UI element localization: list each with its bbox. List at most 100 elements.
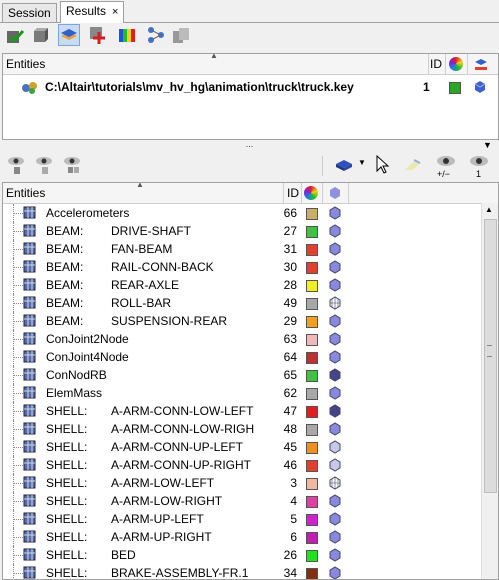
color-swatch[interactable]	[306, 226, 318, 238]
cube-icon[interactable]	[328, 206, 342, 220]
color-swatch[interactable]	[306, 442, 318, 454]
cube-icon[interactable]	[328, 224, 342, 238]
cube-icon[interactable]	[328, 458, 342, 472]
table-row[interactable]: BEAM: FAN-BEAM 31	[3, 240, 481, 258]
color-swatch[interactable]	[306, 514, 318, 526]
entity-id: 65	[283, 368, 297, 382]
color-swatch[interactable]	[306, 478, 318, 490]
tree-line	[13, 267, 23, 268]
color-swatch[interactable]	[306, 424, 318, 436]
cube-icon[interactable]	[328, 494, 342, 508]
entity-id: 6	[290, 530, 297, 544]
color-swatch[interactable]	[306, 208, 318, 220]
check-toggle-button[interactable]	[4, 24, 26, 46]
eye-plus-minus-icon[interactable]: +/−	[434, 153, 458, 179]
entity-name: A-ARM-LOW-LEFT	[111, 476, 215, 490]
display-style-icon[interactable]	[334, 156, 356, 174]
cube-icon[interactable]	[328, 566, 342, 580]
header-entities[interactable]: Entities	[6, 54, 45, 74]
eraser-icon[interactable]	[402, 158, 424, 174]
table-row[interactable]: BEAM: SUSPENSION-REAR 29	[3, 312, 481, 330]
tab-results[interactable]: Results ×	[60, 1, 125, 23]
table-row[interactable]: BEAM: REAR-AXLE 28	[3, 276, 481, 294]
cursor-icon[interactable]	[375, 155, 391, 175]
table-row[interactable]: SHELL: A-ARM-CONN-UP-LEFT 45	[3, 438, 481, 456]
color-swatch[interactable]	[306, 406, 318, 418]
cube-icon[interactable]	[328, 440, 342, 454]
table-row[interactable]: BEAM: ROLL-BAR 49	[3, 294, 481, 312]
cube-icon[interactable]	[328, 476, 342, 490]
color-swatch[interactable]	[306, 316, 318, 328]
table-row[interactable]: ElemMass 62	[3, 384, 481, 402]
eye-isolate-icon[interactable]	[62, 154, 84, 176]
entity-id: 4	[290, 494, 297, 508]
color-swatch[interactable]	[306, 298, 318, 310]
color-swatch[interactable]	[306, 388, 318, 400]
cube-icon[interactable]	[328, 548, 342, 562]
color-swatch[interactable]	[306, 568, 318, 579]
entity-name: FAN-BEAM	[111, 242, 173, 256]
cube-icon[interactable]	[328, 296, 342, 310]
cube-icon[interactable]	[328, 512, 342, 526]
cube-icon[interactable]	[328, 278, 342, 292]
color-swatch[interactable]	[306, 550, 318, 562]
color-swatch[interactable]	[306, 532, 318, 544]
cube-icon[interactable]	[328, 422, 342, 436]
box-button[interactable]	[29, 24, 51, 46]
contour-button[interactable]	[116, 24, 138, 46]
table-row[interactable]: ConJoint2Node 63	[3, 330, 481, 348]
table-row[interactable]: SHELL: A-ARM-LOW-RIGHT 4	[3, 492, 481, 510]
table-row[interactable]: SHELL: BRAKE-ASSEMBLY-FR.1 34	[3, 564, 481, 580]
cube-icon[interactable]	[328, 530, 342, 544]
color-swatch[interactable]	[306, 262, 318, 274]
table-row[interactable]: Accelerometers 66	[3, 204, 481, 222]
cube-icon[interactable]	[328, 314, 342, 328]
scroll-up-icon[interactable]: ▲	[485, 205, 493, 214]
color-swatch[interactable]	[449, 82, 461, 94]
cube-icon[interactable]	[328, 368, 342, 382]
color-swatch[interactable]	[306, 280, 318, 292]
table-row[interactable]: BEAM: DRIVE-SHAFT 27	[3, 222, 481, 240]
vertical-scrollbar[interactable]: ▲	[481, 203, 498, 579]
cube-icon[interactable]	[328, 386, 342, 400]
table-row[interactable]: SHELL: A-ARM-UP-RIGHT 6	[3, 528, 481, 546]
layer-button[interactable]	[58, 24, 80, 46]
eye-one-icon[interactable]: 1	[467, 153, 491, 179]
table-row[interactable]: SHELL: A-ARM-CONN-LOW-LEFT 47	[3, 402, 481, 420]
color-swatch[interactable]	[306, 352, 318, 364]
pane-splitter[interactable]: ...	[2, 140, 497, 150]
network-button[interactable]	[145, 24, 167, 46]
header-id[interactable]: ID	[287, 183, 299, 203]
table-row[interactable]: SHELL: A-ARM-CONN-UP-RIGHT 46	[3, 456, 481, 474]
file-row[interactable]: C:\Altair\tutorials\mv_hv_hg\animation\t…	[3, 78, 486, 96]
stack-button[interactable]	[170, 24, 192, 46]
table-row[interactable]: SHELL: A-ARM-UP-LEFT 5	[3, 510, 481, 528]
close-icon[interactable]: ×	[112, 6, 118, 18]
dropdown-arrow-icon[interactable]: ▼	[358, 158, 366, 167]
cube-icon[interactable]	[328, 332, 342, 346]
table-row[interactable]: ConJoint4Node 64	[3, 348, 481, 366]
cube-icon[interactable]	[328, 350, 342, 364]
cube-icon[interactable]	[328, 404, 342, 418]
tab-session[interactable]: Session	[2, 3, 57, 22]
color-swatch[interactable]	[306, 370, 318, 382]
header-entities[interactable]: Entities	[6, 183, 45, 203]
table-row[interactable]: SHELL: A-ARM-LOW-LEFT 3	[3, 474, 481, 492]
entity-type: ElemMass	[46, 386, 103, 400]
header-id[interactable]: ID	[430, 54, 442, 74]
cube-icon[interactable]	[473, 80, 487, 94]
color-swatch[interactable]	[306, 244, 318, 256]
entity-rows: Accelerometers 66 BEAM: DRIVE-SHAFT 27 BEAM: F…	[3, 204, 481, 579]
eye-hide-icon[interactable]	[34, 154, 56, 176]
table-row[interactable]: SHELL: BED 26	[3, 546, 481, 564]
color-swatch[interactable]	[306, 496, 318, 508]
table-row[interactable]: SHELL: A-ARM-CONN-LOW-RIGH 48	[3, 420, 481, 438]
cube-icon[interactable]	[328, 260, 342, 274]
table-row[interactable]: ConNodRB 65	[3, 366, 481, 384]
add-button[interactable]	[87, 24, 109, 46]
color-swatch[interactable]	[306, 460, 318, 472]
cube-icon[interactable]	[328, 242, 342, 256]
eye-show-icon[interactable]	[6, 154, 28, 176]
table-row[interactable]: BEAM: RAIL-CONN-BACK 30	[3, 258, 481, 276]
color-swatch[interactable]	[306, 334, 318, 346]
